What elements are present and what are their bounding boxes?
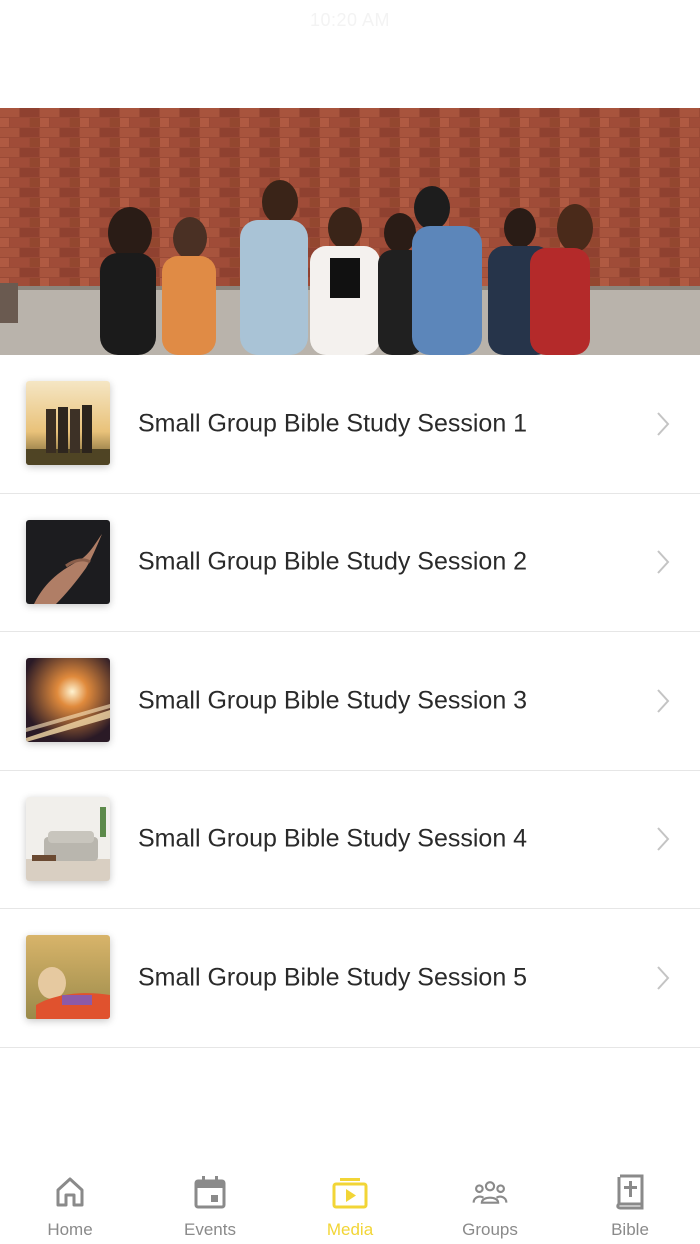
session-title: Small Group Bible Study Session 5: [138, 963, 528, 992]
chevron-right-icon: [657, 966, 670, 990]
session-title: Small Group Bible Study Session 3: [138, 686, 528, 715]
tab-label: Bible: [611, 1220, 649, 1239]
tab-groups[interactable]: Groups: [420, 1160, 560, 1244]
calendar-icon: [192, 1174, 228, 1210]
tab-label: Groups: [462, 1220, 518, 1239]
home-icon: [52, 1174, 88, 1210]
chevron-right-icon: [657, 550, 670, 574]
thumbnail-image: [26, 381, 110, 465]
tab-media[interactable]: Media: [280, 1160, 420, 1244]
tab-bible[interactable]: Bible: [560, 1160, 700, 1244]
groups-icon: [472, 1174, 508, 1210]
chevron-right-icon: [657, 689, 670, 713]
list-item[interactable]: Small Group Bible Study Session 1: [0, 355, 700, 494]
media-list: Small Group Bible Study Session 1 Small …: [0, 355, 700, 1048]
status-bar: 10:20 AM: [0, 0, 700, 40]
tab-label: Home: [47, 1220, 93, 1239]
thumbnail-image: [26, 519, 110, 604]
chevron-right-icon: [657, 827, 670, 851]
tab-events[interactable]: Events: [140, 1160, 280, 1244]
tab-label: Events: [184, 1220, 236, 1239]
list-item[interactable]: Small Group Bible Study Session 3: [0, 632, 700, 771]
thumbnail-image: [26, 658, 110, 742]
tab-home[interactable]: Home: [0, 1160, 140, 1244]
list-item[interactable]: Small Group Bible Study Session 4: [0, 770, 700, 909]
session-title: Small Group Bible Study Session 4: [138, 824, 528, 853]
session-title: Small Group Bible Study Session 2: [138, 547, 528, 576]
media-play-icon: [332, 1174, 368, 1210]
session-title: Small Group Bible Study Session 1: [138, 409, 528, 438]
thumbnail-image: [26, 796, 110, 881]
status-time: 10:20 AM: [309, 9, 391, 30]
list-item[interactable]: Small Group Bible Study Session 2: [0, 493, 700, 632]
bible-icon: [612, 1174, 648, 1210]
hero-image: [0, 108, 700, 355]
list-item[interactable]: Small Group Bible Study Session 5: [0, 909, 700, 1048]
thumbnail-image: [26, 935, 110, 1019]
tab-label: Media: [326, 1220, 374, 1239]
chevron-right-icon: [657, 412, 670, 436]
tab-bar: Home Events Media Groups Bible: [0, 1160, 700, 1244]
